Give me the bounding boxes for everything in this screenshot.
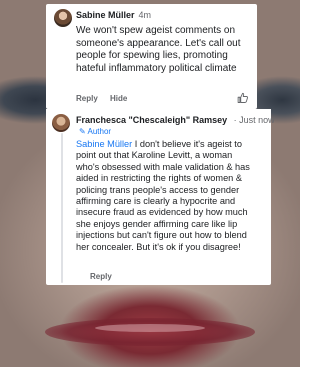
comment-time: · Just now — [233, 115, 275, 125]
reply-button[interactable]: Reply — [76, 94, 98, 103]
comment-card-franchesca: Franchesca "Chescaleigh" Ramsey · Just n… — [46, 109, 275, 285]
lips-shape — [45, 318, 255, 346]
author-badge: ✎ Author — [79, 127, 111, 136]
avatar[interactable] — [52, 114, 70, 132]
avatar[interactable] — [54, 9, 72, 27]
comment-text: We won't spew ageist comments on someone… — [76, 25, 241, 74]
lips-highlight — [95, 324, 205, 332]
comment-text: Sabine Müller I don't believe it's ageis… — [76, 139, 256, 253]
comment-body: I don't believe it's ageist to point out… — [76, 139, 250, 252]
comment-time-value: Just now — [239, 115, 275, 125]
mention-link[interactable]: Sabine Müller — [76, 139, 132, 149]
thumbs-up-icon[interactable] — [237, 92, 249, 104]
thread-connector — [61, 133, 63, 283]
comment-card-sabine: Sabine Müller 4m We won't spew ageist com… — [46, 4, 257, 109]
hide-button[interactable]: Hide — [110, 94, 127, 103]
author-badge-label: Author — [87, 127, 112, 136]
reply-button[interactable]: Reply — [90, 272, 112, 281]
comment-author[interactable]: Sabine Müller — [76, 10, 135, 20]
pencil-icon: ✎ — [79, 127, 86, 136]
comment-author[interactable]: Franchesca "Chescaleigh" Ramsey — [76, 115, 227, 125]
comment-actions: Reply Hide — [76, 94, 137, 103]
comment-header: Sabine Müller 4m — [76, 10, 249, 21]
comment-time: 4m — [138, 10, 152, 20]
comment-header: Franchesca "Chescaleigh" Ramsey · Just n… — [76, 115, 275, 126]
author-badge-row: ✎ Author — [76, 126, 263, 137]
